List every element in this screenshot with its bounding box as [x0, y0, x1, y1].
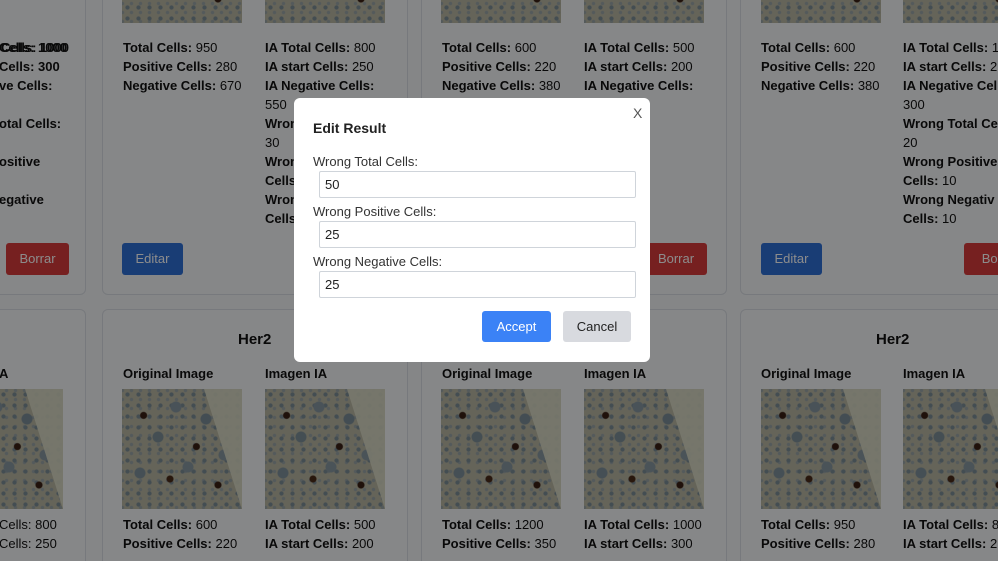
modal-title: Edit Result — [313, 120, 387, 136]
wrong-total-cells-label: Wrong Total Cells: — [313, 154, 419, 169]
wrong-negative-cells-input[interactable] — [319, 271, 636, 298]
cancel-button[interactable]: Cancel — [563, 311, 631, 342]
wrong-positive-cells-label: Wrong Positive Cells: — [313, 204, 437, 219]
wrong-negative-cells-label: Wrong Negative Cells: — [313, 254, 443, 269]
edit-result-modal: X Edit Result Wrong Total Cells: Wrong P… — [294, 98, 650, 362]
accept-button[interactable]: Accept — [482, 311, 551, 342]
results-page: Cells: 1000 Cells: 1000 Cells: 300 ve Cell… — [0, 0, 998, 561]
wrong-total-cells-input[interactable] — [319, 171, 636, 198]
close-icon[interactable]: X — [633, 105, 642, 121]
wrong-positive-cells-input[interactable] — [319, 221, 636, 248]
